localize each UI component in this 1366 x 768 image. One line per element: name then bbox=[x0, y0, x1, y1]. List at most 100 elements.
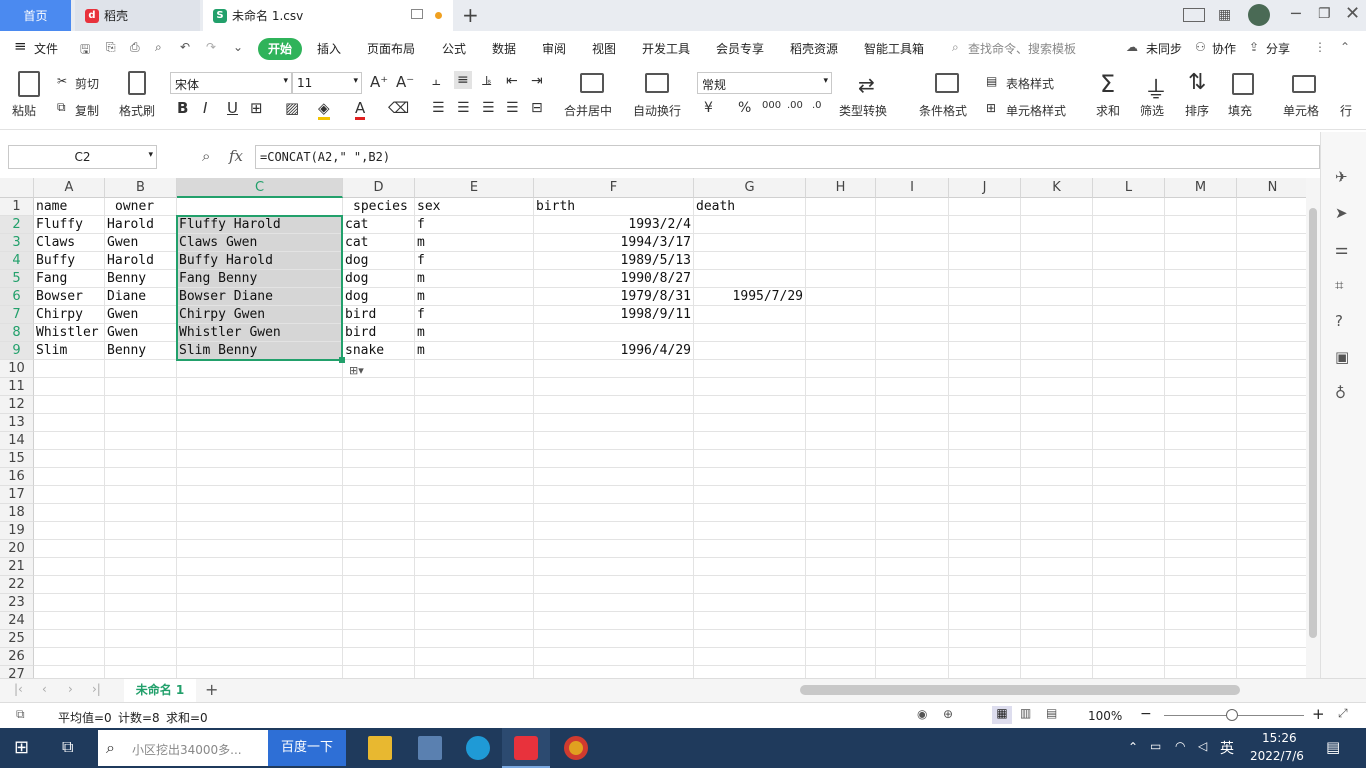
cell[interactable] bbox=[177, 630, 343, 648]
column-header[interactable]: E bbox=[415, 178, 534, 198]
cell[interactable] bbox=[1165, 450, 1237, 468]
cell[interactable] bbox=[806, 306, 876, 324]
data-cell[interactable] bbox=[694, 216, 806, 234]
cell[interactable] bbox=[534, 594, 694, 612]
sync-button[interactable]: 未同步 bbox=[1146, 40, 1182, 57]
data-cell[interactable]: f bbox=[415, 252, 534, 270]
cell[interactable] bbox=[949, 270, 1021, 288]
cell[interactable] bbox=[105, 612, 177, 630]
cell[interactable] bbox=[105, 414, 177, 432]
justify-icon[interactable]: ☰ bbox=[506, 100, 519, 116]
cell[interactable] bbox=[1093, 504, 1165, 522]
fill-handle[interactable] bbox=[339, 357, 345, 363]
cell[interactable] bbox=[1021, 198, 1093, 216]
header-cell[interactable]: name bbox=[34, 198, 105, 216]
data-cell[interactable]: Benny bbox=[105, 342, 177, 360]
cell[interactable] bbox=[343, 522, 415, 540]
data-cell[interactable]: Gwen bbox=[105, 234, 177, 252]
cell[interactable] bbox=[105, 468, 177, 486]
column-header[interactable]: F bbox=[534, 178, 694, 198]
cell[interactable] bbox=[1237, 396, 1306, 414]
conditional-format-button[interactable]: 条件格式 bbox=[919, 102, 967, 119]
column-header[interactable]: D bbox=[343, 178, 415, 198]
cell[interactable] bbox=[694, 432, 806, 450]
cell[interactable] bbox=[1093, 216, 1165, 234]
cell[interactable] bbox=[1165, 558, 1237, 576]
cell[interactable] bbox=[1165, 486, 1237, 504]
menu-daoke-resources[interactable]: 稻壳资源 bbox=[790, 40, 838, 57]
cell[interactable] bbox=[534, 522, 694, 540]
bold-icon[interactable]: B bbox=[177, 99, 188, 117]
data-cell[interactable]: 1996/4/29 bbox=[534, 342, 694, 360]
cell[interactable] bbox=[949, 504, 1021, 522]
row-header[interactable]: 11 bbox=[0, 378, 34, 396]
spreadsheet-grid[interactable]: A B C D E F G H I J K L M N 1 name owner species sex birth d… bbox=[0, 178, 1306, 678]
font-grow-icon[interactable]: A⁺ bbox=[370, 73, 388, 91]
redo-icon[interactable]: ↷ bbox=[206, 40, 216, 54]
cell-style-button[interactable]: 单元格样式 bbox=[1006, 102, 1066, 119]
cell[interactable] bbox=[1021, 414, 1093, 432]
data-cell[interactable]: Gwen bbox=[105, 306, 177, 324]
cell[interactable] bbox=[105, 450, 177, 468]
cell[interactable] bbox=[34, 558, 105, 576]
font-shrink-icon[interactable]: A⁻ bbox=[396, 73, 414, 91]
cell[interactable] bbox=[1237, 630, 1306, 648]
cell[interactable] bbox=[343, 666, 415, 678]
sort-button[interactable]: 排序 bbox=[1185, 102, 1209, 119]
cell[interactable] bbox=[34, 648, 105, 666]
data-cell[interactable]: Gwen bbox=[105, 324, 177, 342]
cell[interactable] bbox=[694, 612, 806, 630]
cell[interactable] bbox=[415, 540, 534, 558]
wrap-text-icon[interactable] bbox=[645, 73, 669, 93]
cell[interactable] bbox=[105, 594, 177, 612]
formula-input[interactable]: =CONCAT(A2," ",B2) bbox=[255, 145, 1320, 169]
cell[interactable] bbox=[876, 252, 949, 270]
cut-button[interactable]: 剪切 bbox=[75, 75, 99, 92]
cell[interactable] bbox=[1093, 270, 1165, 288]
page-layout-view-icon[interactable]: ▥ bbox=[1020, 706, 1031, 720]
undo-icon[interactable]: ↶ bbox=[180, 40, 190, 54]
cell[interactable] bbox=[806, 324, 876, 342]
cell[interactable] bbox=[177, 594, 343, 612]
cell[interactable] bbox=[806, 504, 876, 522]
cell[interactable] bbox=[1093, 450, 1165, 468]
sheet-tab-1[interactable]: 未命名 1 bbox=[124, 679, 196, 702]
distribute-icon[interactable]: ⊟ bbox=[531, 100, 543, 116]
cell[interactable] bbox=[534, 486, 694, 504]
cell[interactable] bbox=[534, 450, 694, 468]
cell[interactable] bbox=[1237, 612, 1306, 630]
cell[interactable] bbox=[34, 504, 105, 522]
header-cell[interactable]: death bbox=[694, 198, 806, 216]
row-header[interactable]: 12 bbox=[0, 396, 34, 414]
cell[interactable] bbox=[343, 612, 415, 630]
underline-icon[interactable]: U bbox=[227, 99, 238, 117]
format-painter-button[interactable]: 格式刷 bbox=[119, 102, 155, 119]
menu-review[interactable]: 审阅 bbox=[542, 40, 566, 57]
cell[interactable] bbox=[1021, 270, 1093, 288]
cell[interactable] bbox=[949, 486, 1021, 504]
cell[interactable] bbox=[806, 378, 876, 396]
cell[interactable] bbox=[1021, 558, 1093, 576]
lightbulb-icon[interactable]: ♁ bbox=[1335, 384, 1346, 402]
cell[interactable] bbox=[34, 450, 105, 468]
cell[interactable] bbox=[949, 198, 1021, 216]
baidu-search-button[interactable]: 百度一下 bbox=[268, 730, 346, 766]
cell[interactable] bbox=[1093, 612, 1165, 630]
cell[interactable] bbox=[876, 396, 949, 414]
data-cell[interactable]: 1989/5/13 bbox=[534, 252, 694, 270]
cell[interactable] bbox=[343, 594, 415, 612]
paste-options-icon[interactable]: ⊞▾ bbox=[349, 364, 364, 377]
column-header[interactable]: N bbox=[1237, 178, 1306, 198]
cell[interactable] bbox=[876, 288, 949, 306]
column-header[interactable]: A bbox=[34, 178, 105, 198]
cell[interactable] bbox=[876, 486, 949, 504]
data-cell[interactable]: Harold bbox=[105, 252, 177, 270]
more-down-icon[interactable]: ⌄ bbox=[233, 40, 243, 54]
data-cell[interactable]: snake bbox=[343, 342, 415, 360]
cell[interactable] bbox=[1093, 378, 1165, 396]
cell[interactable] bbox=[534, 630, 694, 648]
collapse-ribbon-icon[interactable]: ⌃ bbox=[1340, 40, 1350, 54]
cell[interactable] bbox=[415, 630, 534, 648]
cell[interactable] bbox=[949, 576, 1021, 594]
data-cell[interactable]: Harold bbox=[105, 216, 177, 234]
